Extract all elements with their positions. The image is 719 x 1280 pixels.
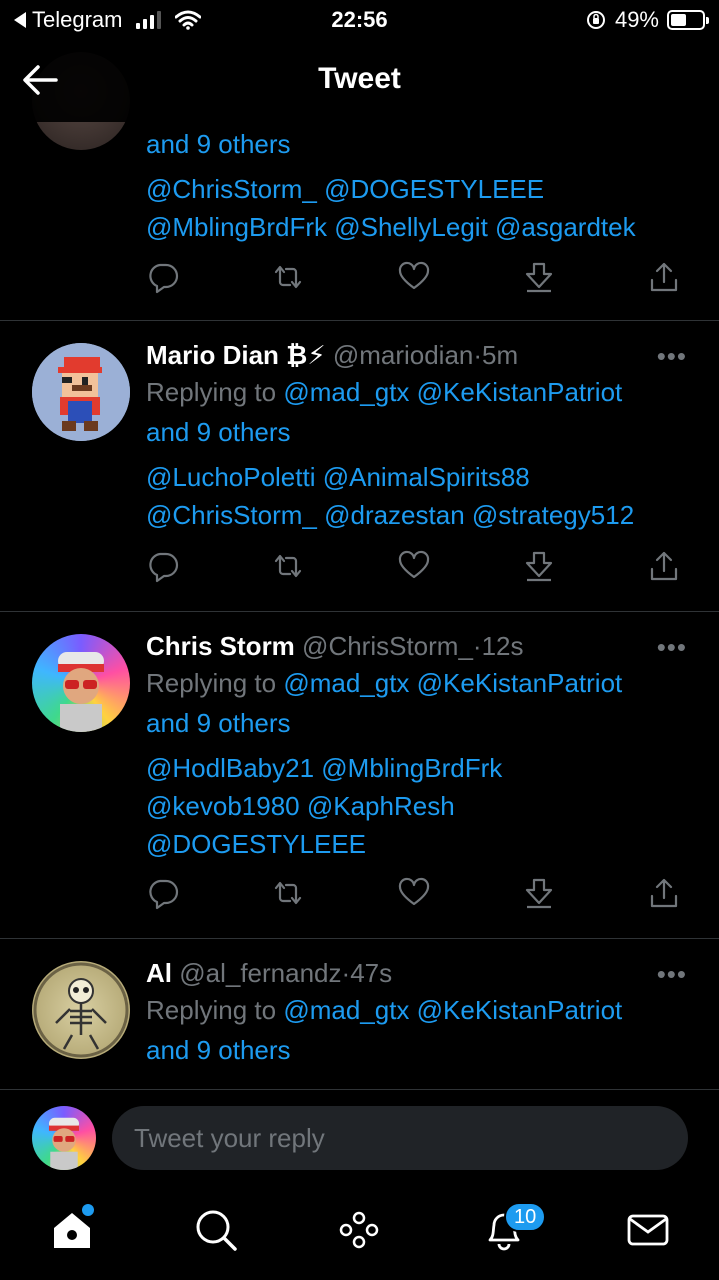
display-name[interactable]: Al — [146, 958, 172, 988]
user-handle[interactable]: @mariodian — [333, 340, 474, 370]
tweet-partial[interactable]: and 9 others @ChrisStorm_ @DOGESTYLEEE @… — [0, 52, 719, 321]
reply-composer — [0, 1090, 719, 1180]
tweet-text: @HodlBaby21 @MblingBrdFrk @kevob1980 @Ka… — [146, 749, 689, 863]
tab-home[interactable] — [50, 1204, 94, 1252]
pixel-mario-avatar-icon — [32, 343, 130, 441]
tweet[interactable]: Al @al_fernandz·47s Replying to @mad_gtx… — [0, 939, 719, 1090]
tab-bar: 10 — [0, 1180, 719, 1280]
retweet-icon[interactable] — [271, 549, 305, 583]
replying-to-mentions[interactable]: @mad_gtx @KeKistanPatriot — [283, 995, 622, 1025]
tab-messages[interactable] — [626, 1208, 670, 1252]
tweet-text-line[interactable]: @HodlBaby21 @MblingBrdFrk — [146, 749, 689, 787]
tweet-text: @LuchoPoletti @AnimalSpirits88 @ChrisSto… — [146, 458, 689, 534]
tweet-text-line[interactable]: @ChrisStorm_ @DOGESTYLEEE — [146, 170, 689, 208]
retweet-icon[interactable] — [271, 260, 305, 294]
like-icon[interactable] — [397, 260, 431, 294]
my-avatar[interactable] — [32, 1106, 96, 1170]
avatar[interactable] — [32, 961, 130, 1059]
user-photo-avatar-icon — [48, 1117, 80, 1170]
battery-fill — [671, 14, 686, 26]
replying-others[interactable]: and 9 others — [146, 412, 689, 452]
replying-others[interactable]: and 9 others — [146, 1030, 689, 1070]
home-new-indicator — [82, 1204, 94, 1216]
user-handle[interactable]: @ChrisStorm_ — [302, 631, 473, 661]
retweet-icon[interactable] — [271, 876, 305, 910]
share-icon[interactable] — [647, 549, 681, 583]
tweet[interactable]: Chris Storm @ChrisStorm_·12s Replying to… — [0, 612, 719, 939]
download-icon[interactable] — [522, 260, 556, 294]
search-icon — [196, 1210, 237, 1251]
tweet-text: @ChrisStorm_ @DOGESTYLEEE @MblingBrdFrk … — [146, 170, 689, 246]
separator-dot: · — [472, 631, 482, 661]
status-bar: Telegram 22:56 49% — [0, 0, 719, 40]
tweet-header: Mario Dian ₿⚡ @mariodian·5m — [146, 338, 689, 372]
like-icon[interactable] — [397, 876, 431, 910]
replying-to-label: Replying to — [146, 668, 277, 698]
tweet-reply-input[interactable] — [112, 1106, 688, 1170]
tweet-header: Al @al_fernandz·47s — [146, 956, 689, 990]
messages-icon — [627, 1214, 669, 1246]
replying-others[interactable]: and 9 others — [146, 124, 689, 164]
avatar[interactable] — [32, 634, 130, 732]
replies-feed: and 9 others @ChrisStorm_ @DOGESTYLEEE @… — [0, 52, 719, 1090]
tweet-actions — [146, 260, 681, 294]
orientation-lock-icon — [586, 11, 605, 29]
tweet-time[interactable]: 47s — [350, 958, 392, 988]
tab-notifications[interactable]: 10 — [482, 1202, 547, 1252]
tab-search[interactable] — [194, 1208, 238, 1252]
more-options-icon[interactable]: ••• — [657, 632, 687, 663]
tweet-text-line[interactable]: @DOGESTYLEEE — [146, 825, 689, 863]
tweet-text-line[interactable]: @LuchoPoletti @AnimalSpirits88 — [146, 458, 689, 496]
skeleton-avatar-icon — [33, 962, 129, 1058]
page-title: Tweet — [318, 62, 401, 95]
tweet-text-line[interactable]: @kevob1980 @KaphResh — [146, 787, 689, 825]
tweet-actions — [146, 549, 681, 583]
reply-icon[interactable] — [146, 549, 180, 583]
spaces-icon — [339, 1211, 379, 1249]
user-photo-avatar-icon — [58, 652, 104, 732]
replying-to: Replying to @mad_gtx @KeKistanPatriot — [146, 990, 689, 1030]
tweet-time[interactable]: 5m — [482, 340, 518, 370]
replying-to: Replying to @mad_gtx @KeKistanPatriot — [146, 663, 689, 703]
replying-to-mentions[interactable]: @mad_gtx @KeKistanPatriot — [283, 377, 622, 407]
replying-others[interactable]: and 9 others — [146, 703, 689, 743]
tweet-actions — [146, 876, 681, 910]
replying-to: Replying to @mad_gtx @KeKistanPatriot — [146, 372, 689, 412]
share-icon[interactable] — [647, 876, 681, 910]
replying-to-label: Replying to — [146, 995, 277, 1025]
tab-spaces[interactable] — [337, 1208, 381, 1252]
tweet[interactable]: Mario Dian ₿⚡ @mariodian·5m Replying to … — [0, 321, 719, 612]
replying-to-label: Replying to — [146, 377, 277, 407]
like-icon[interactable] — [397, 549, 431, 583]
tweet-text-line[interactable]: @ChrisStorm_ @drazestan @strategy512 — [146, 496, 689, 534]
download-icon[interactable] — [522, 549, 556, 583]
separator-dot: · — [473, 340, 483, 370]
download-icon[interactable] — [522, 876, 556, 910]
battery-percent: 49% — [614, 7, 659, 32]
reply-icon[interactable] — [146, 876, 180, 910]
user-handle[interactable]: @al_fernandz — [179, 958, 341, 988]
tweet-header: Chris Storm @ChrisStorm_·12s — [146, 629, 689, 663]
tweet-text-line[interactable]: @MblingBrdFrk @ShellyLegit @asgardtek — [146, 208, 689, 246]
notifications-count-badge: 10 — [504, 1202, 547, 1232]
tweet-time[interactable]: 12s — [482, 631, 524, 661]
reply-icon[interactable] — [146, 260, 180, 294]
battery-icon — [667, 10, 709, 30]
more-options-icon[interactable]: ••• — [657, 959, 687, 990]
header: Tweet — [0, 40, 719, 122]
separator-dot: · — [341, 958, 351, 988]
replying-to-mentions[interactable]: @mad_gtx @KeKistanPatriot — [283, 668, 622, 698]
more-options-icon[interactable]: ••• — [657, 341, 687, 372]
display-name[interactable]: Mario Dian ₿⚡ — [146, 340, 326, 370]
display-name[interactable]: Chris Storm — [146, 631, 295, 661]
share-icon[interactable] — [647, 260, 681, 294]
avatar[interactable] — [32, 343, 130, 441]
